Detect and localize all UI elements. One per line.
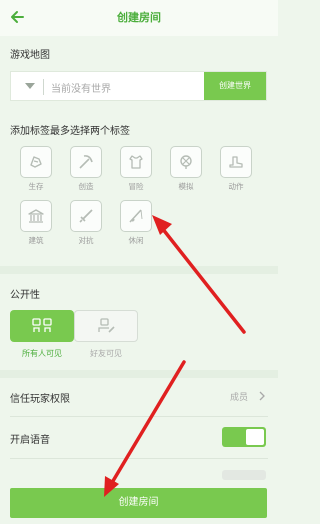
toggle-knob	[246, 429, 264, 445]
header-bar: 创建房间	[0, 0, 278, 36]
tag-label: 模拟	[178, 182, 194, 191]
tag-label: 建筑	[28, 236, 44, 245]
tag-adventure[interactable]: 冒险	[116, 146, 156, 194]
publicity-all-option[interactable]	[10, 310, 74, 342]
temple-icon	[28, 209, 44, 223]
map-placeholder: 当前没有世界	[51, 84, 111, 95]
tag-label: 生存	[28, 182, 44, 191]
tag-action[interactable]: 动作	[216, 146, 256, 194]
create-world-button[interactable]: 创建世界	[204, 72, 266, 100]
tag-label: 创造	[78, 182, 94, 191]
partial-toggle[interactable]	[222, 470, 266, 480]
voice-toggle[interactable]	[222, 427, 266, 447]
section-divider	[0, 370, 278, 378]
tag-label: 休闲	[128, 236, 144, 245]
publicity-option-label: 好友可见	[90, 349, 122, 358]
fishing-rod-icon	[129, 209, 143, 223]
shoe-icon	[30, 156, 42, 168]
voice-label: 开启语音	[10, 435, 50, 446]
trust-value[interactable]: 成员	[230, 390, 248, 403]
tag-label: 冒险	[128, 182, 144, 191]
row-separator	[10, 458, 268, 459]
publicity-option-label: 所有人可见	[22, 349, 62, 358]
tag-label: 动作	[228, 182, 244, 191]
tag-simulation[interactable]: 模拟	[166, 146, 206, 194]
boot-icon	[229, 156, 243, 168]
trust-label: 信任玩家权限	[10, 394, 70, 405]
group-icon	[32, 318, 52, 332]
pickaxe-icon	[79, 155, 93, 169]
dropdown-separator	[43, 79, 44, 95]
chevron-right-icon[interactable]	[257, 390, 267, 402]
row-separator	[10, 416, 268, 417]
tag-label: 对抗	[78, 236, 94, 245]
publicity-friends-option[interactable]	[74, 310, 138, 342]
person-edit-icon	[98, 318, 115, 333]
section-divider	[0, 266, 278, 274]
tag-creative[interactable]: 创造	[66, 146, 106, 194]
tag-building[interactable]: 建筑	[16, 200, 56, 248]
tag-survival[interactable]: 生存	[16, 146, 56, 194]
page-title: 创建房间	[117, 11, 161, 24]
sword-icon	[79, 209, 93, 223]
create-room-button[interactable]: 创建房间	[10, 488, 267, 518]
tag-casual[interactable]: 休闲	[116, 200, 156, 248]
tags-label: 添加标签最多选择两个标签	[10, 126, 130, 137]
armor-icon	[129, 155, 143, 169]
tool-icon	[180, 155, 192, 169]
map-dropdown[interactable]: 当前没有世界 创建世界	[10, 71, 267, 101]
publicity-label: 公开性	[10, 290, 40, 301]
dropdown-arrow-icon	[25, 83, 35, 89]
tag-pvp[interactable]: 对抗	[66, 200, 106, 248]
red-arrow-icon	[104, 360, 186, 497]
map-label: 游戏地图	[10, 50, 50, 61]
